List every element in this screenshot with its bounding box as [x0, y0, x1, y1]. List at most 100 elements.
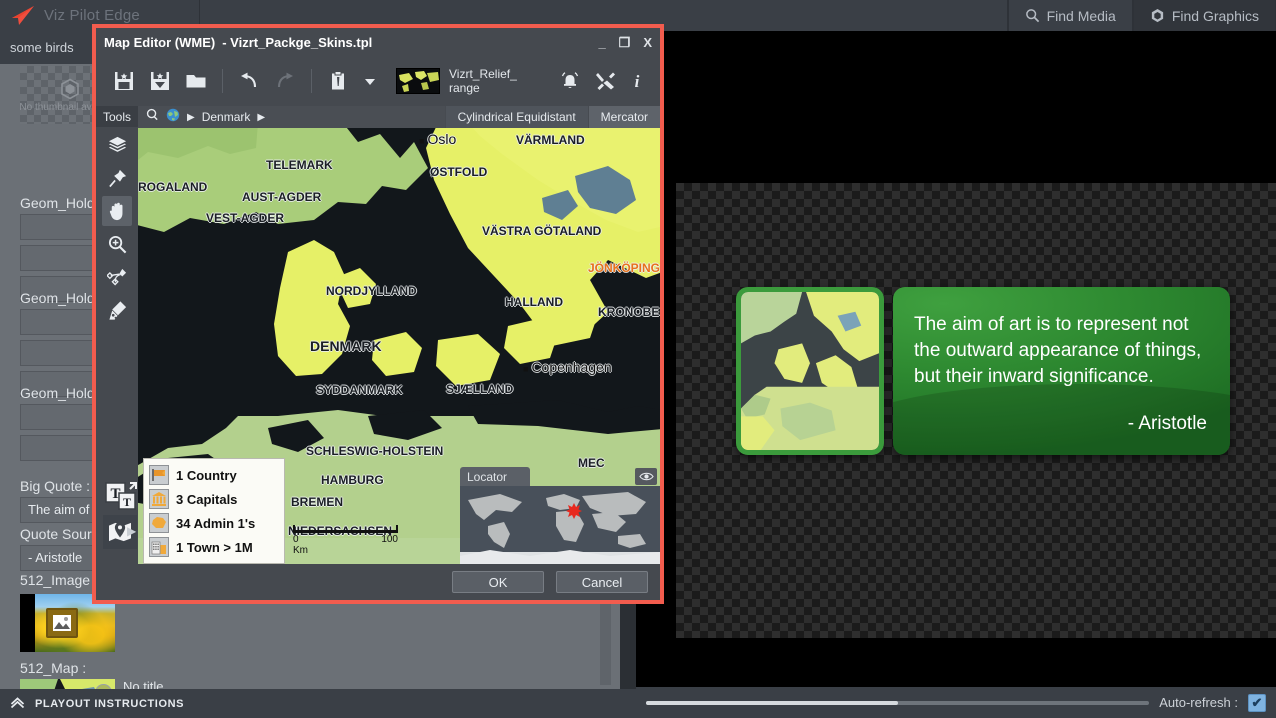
svg-text:T: T — [123, 495, 131, 509]
legend-row-admin1: 34 Admin 1's — [149, 511, 279, 535]
map-style-name-line1: Vizrt_Relief_ — [449, 67, 517, 81]
pan-hand-tool[interactable] — [102, 196, 132, 226]
text-transform-icon[interactable]: T T — [105, 481, 139, 513]
dialog-maximize-button[interactable]: ❐ — [619, 36, 631, 49]
dialog-map-view[interactable]: ▶ Denmark ▶ Cylindrical Equidistant Merc… — [138, 106, 660, 564]
map-label-3: VEST-AGDER — [206, 211, 285, 225]
map-label-6: VÄRMLAND — [516, 133, 585, 147]
legend-row-town: 1 Town > 1M — [149, 535, 279, 559]
settings-tools-icon[interactable] — [595, 70, 617, 92]
tab-find-media-label: Find Media — [1046, 7, 1116, 24]
map-thumbnail[interactable]: ✕ — [20, 679, 115, 689]
red-marker-icon — [566, 503, 582, 519]
search-icon — [1025, 8, 1040, 23]
label-512-map: 512_Map : — [20, 660, 87, 676]
brand-label: Viz Pilot Edge — [44, 7, 140, 24]
scalebar-max: 100 — [381, 534, 398, 545]
layers-tool[interactable] — [102, 130, 132, 160]
tab-mercator[interactable]: Mercator — [587, 106, 660, 128]
breadcrumb-caret-right-icon[interactable]: ▶ — [257, 112, 265, 123]
check-icon: ✔ — [1251, 694, 1263, 710]
tab-mercator-label: Mercator — [600, 110, 648, 124]
legend-row-country: 1 Country — [149, 463, 279, 487]
search-icon[interactable] — [146, 108, 159, 126]
progress-slider[interactable] — [646, 700, 1150, 705]
map-label-9: NORDJYLLAND — [326, 284, 417, 298]
map-label-18: HAMBURG — [321, 473, 384, 487]
save-as-map-icon[interactable] — [149, 70, 171, 92]
label-512-image: 512_Image : — [20, 572, 98, 588]
story-tab-label: some birds — [10, 40, 74, 55]
redo-icon — [274, 70, 296, 92]
preview-quote-text: The aim of art is to represent not the o… — [914, 314, 1202, 387]
locator-tab[interactable]: Locator — [460, 467, 530, 486]
zoom-tool[interactable] — [102, 229, 132, 259]
map-scalebar: 0 100 Km — [293, 525, 398, 556]
preview-quote-source: - Aristotle — [1127, 413, 1207, 434]
legend-row-capitals: 3 Capitals — [149, 487, 279, 511]
scalebar-ticks: 0 100 — [293, 534, 398, 545]
toolbar-separator-1 — [222, 69, 223, 93]
ok-button-label: OK — [488, 574, 508, 590]
info-icon[interactable]: i — [631, 70, 643, 92]
map-locator: Locator — [460, 467, 660, 564]
map-style-thumbnail[interactable] — [396, 68, 440, 94]
cancel-button-label: Cancel — [581, 574, 623, 590]
cancel-button[interactable]: Cancel — [556, 571, 648, 593]
map-style-name: Vizrt_Relief_ range — [449, 67, 517, 95]
toolbar-separator-2 — [311, 69, 312, 93]
open-map-icon[interactable] — [185, 70, 207, 92]
paint-pen-tool[interactable] — [102, 295, 132, 325]
map-label-14: SYDDANMARK — [316, 383, 403, 397]
auto-refresh-label: Auto-refresh : — [1159, 695, 1238, 710]
tab-find-graphics-label: Find Graphics — [1171, 7, 1259, 24]
pin-tool[interactable] — [102, 163, 132, 193]
dialog-close-button[interactable]: X — [643, 36, 652, 49]
clipboard-icon[interactable] — [327, 70, 349, 92]
locator-header: Locator — [460, 467, 660, 486]
scalebar-unit: Km — [293, 545, 308, 556]
app-root: Viz Pilot Edge Find Media Find Graphics … — [0, 0, 1276, 718]
map-legend: 1 Country 3 Capitals 34 Admin 1's 1 Town… — [143, 458, 285, 564]
ok-button[interactable]: OK — [452, 571, 544, 593]
undo-icon[interactable] — [238, 70, 260, 92]
dialog-titlebar[interactable]: Map Editor (WME) - Vizrt_Packge_Skins.tp… — [96, 28, 660, 56]
map-label-15: SJÆLLAND — [446, 382, 514, 396]
map-label-jonkoping: JÖNKÖPING — [588, 261, 660, 275]
tab-find-graphics[interactable]: Find Graphics — [1132, 0, 1276, 31]
map-label-2: AUST-AGDER — [242, 190, 322, 204]
map-label-denmark: DENMARK — [310, 338, 382, 354]
map-label-19: BREMEN — [291, 495, 344, 509]
globe-icon[interactable] — [166, 108, 180, 127]
preview-map-image — [741, 292, 879, 450]
map-editor-dialog: Map Editor (WME) - Vizrt_Packge_Skins.tp… — [92, 24, 664, 604]
tools-caption: Tools — [96, 106, 138, 127]
locator-world-map[interactable] — [460, 486, 660, 564]
alerts-icon[interactable] — [559, 70, 581, 92]
preview-quote-card: The aim of art is to represent not the o… — [893, 287, 1230, 455]
playout-instructions-bar[interactable]: PLAYOUT INSTRUCTIONS — [0, 689, 636, 718]
scalebar-min: 0 — [293, 534, 299, 545]
legend-label-country: 1 Country — [176, 467, 237, 483]
dropdown-caret-icon[interactable] — [363, 70, 377, 92]
expand-arrow-icon[interactable]: ▶ — [127, 524, 136, 538]
breadcrumb-denmark[interactable]: Denmark — [202, 110, 251, 124]
map-label-10: HALLAND — [505, 295, 563, 309]
scalebar-bar — [293, 525, 398, 533]
save-map-icon[interactable] — [113, 70, 135, 92]
playout-instructions-label: PLAYOUT INSTRUCTIONS — [35, 697, 185, 710]
locator-label: Locator — [467, 469, 508, 484]
dialog-minimize-button[interactable]: _ — [598, 36, 605, 49]
map-canvas[interactable]: ROGALAND TELEMARK AUST-AGDER VEST-AGDER … — [138, 128, 660, 564]
breadcrumb-caret-left-icon[interactable]: ▶ — [187, 112, 195, 123]
path-node-tool[interactable] — [102, 262, 132, 292]
eye-icon[interactable] — [635, 468, 657, 485]
dialog-window-buttons: _ ❐ X — [598, 28, 652, 56]
map-field-title: No title — [123, 679, 164, 689]
auto-refresh-checkbox[interactable]: ✔ — [1248, 693, 1266, 712]
image-placeholder-icon — [46, 608, 78, 638]
legend-label-admin1: 34 Admin 1's — [176, 515, 256, 531]
tab-find-media[interactable]: Find Media — [1007, 0, 1133, 31]
map-label-1: TELEMARK — [266, 158, 333, 172]
tab-cylindrical-equidistant[interactable]: Cylindrical Equidistant — [444, 106, 588, 128]
